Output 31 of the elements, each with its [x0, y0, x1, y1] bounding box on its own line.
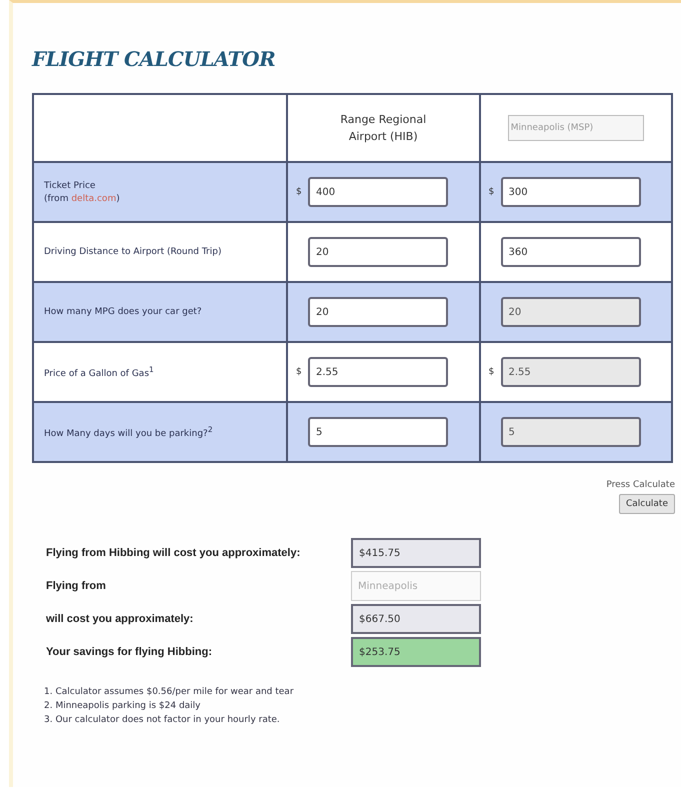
- currency-sign: $: [296, 367, 303, 377]
- result-field[interactable]: $415.75: [351, 538, 481, 568]
- input-field[interactable]: 400: [308, 177, 448, 207]
- footnote: 1. Calculator assumes $0.56/per mile for wear and tear: [44, 687, 295, 697]
- currency-sign: $: [488, 367, 496, 377]
- row-label: Price of a Gallon of Gas$^{1}$: [44, 365, 155, 379]
- row-label: How Many days will you be parking?$^{2}$: [44, 425, 214, 439]
- column-heading: Range Regional Airport (HIB): [339, 112, 428, 145]
- source-note: (from delta.com): [44, 194, 121, 204]
- input-field[interactable]: 300: [500, 177, 640, 207]
- input-field[interactable]: 2.55: [308, 357, 448, 387]
- input-field[interactable]: 20: [308, 297, 448, 327]
- row-label: Ticket Price: [44, 180, 96, 190]
- calculate-prompt: Press Calculate: [606, 480, 675, 490]
- result-field[interactable]: $667.50: [351, 604, 481, 634]
- page-title: FLIGHT CALCULATOR: [32, 47, 276, 71]
- input-field[interactable]: 20: [308, 237, 448, 267]
- currency-sign: $: [488, 187, 496, 197]
- result-label: Flying from: [46, 580, 107, 592]
- footnote: 3. Our calculator does not factor in your hourly rate.: [44, 715, 281, 725]
- input-field[interactable]: 5: [308, 417, 448, 447]
- result-label: will cost you approximately:: [46, 613, 194, 625]
- result-label: Flying from Hibbing will cost you approximately:: [46, 547, 302, 559]
- result-label: Your savings for flying Hibbing:: [46, 646, 214, 658]
- result-field[interactable]: $253.75: [351, 637, 481, 667]
- calculate-button[interactable]: Calculate: [618, 494, 675, 514]
- row-label: How many MPG does your car get?: [44, 307, 203, 317]
- footnote: 2. Minneapolis parking is $24 daily: [44, 701, 202, 711]
- input-field[interactable]: 360: [500, 237, 640, 267]
- currency-sign: $: [296, 187, 303, 197]
- row-label: Driving Distance to Airport (Round Trip): [44, 247, 222, 257]
